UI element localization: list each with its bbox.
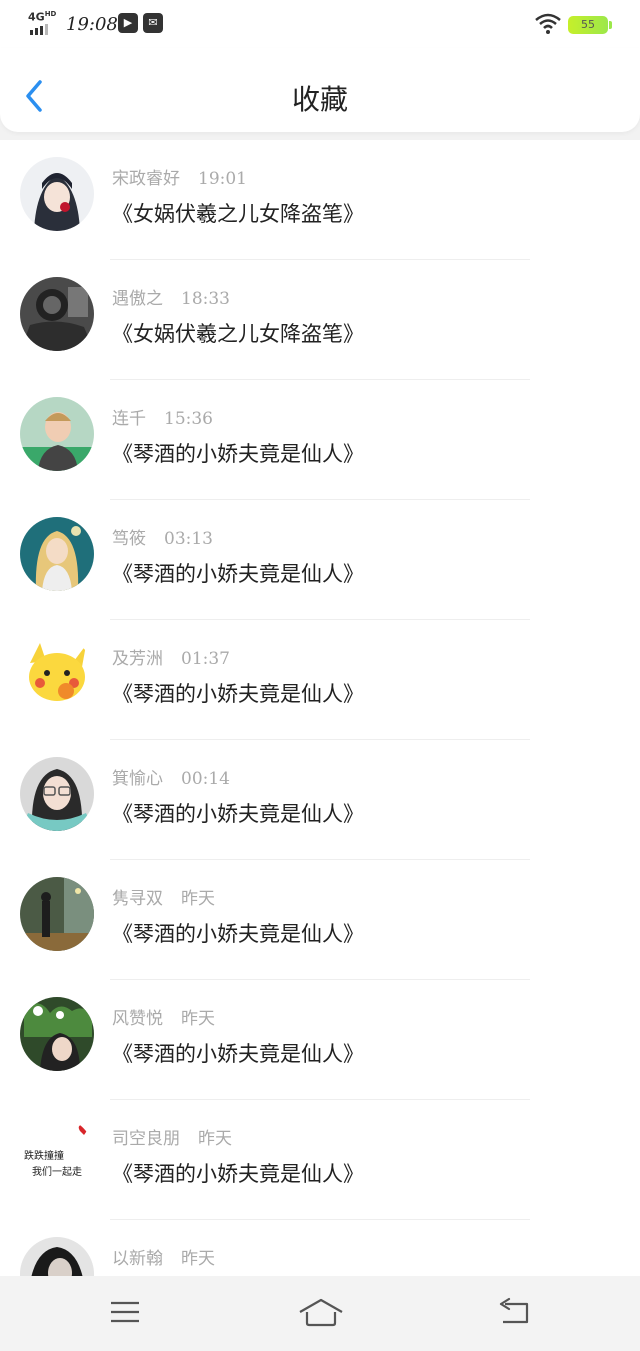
user-name: 宋政睿好 xyxy=(112,169,180,189)
book-title: 《琴酒的小娇夫竟是仙人》 xyxy=(112,562,364,586)
item-time: 18:33 xyxy=(181,289,230,309)
favorite-item[interactable]: 宋政睿好 19:01 《女娲伏羲之儿女降盗笔》 xyxy=(0,140,640,260)
book-title: 《琴酒的小娇夫竟是仙人》 xyxy=(112,922,364,946)
favorite-item[interactable]: 笃筱 03:13 《琴酒的小娇夫竟是仙人》 xyxy=(0,500,640,620)
favorite-item[interactable]: 连千 15:36 《琴酒的小娇夫竟是仙人》 xyxy=(0,380,640,500)
home-icon[interactable] xyxy=(298,1296,344,1328)
favorite-item[interactable]: 以新翰 昨天 xyxy=(0,1220,640,1276)
book-title: 《琴酒的小娇夫竟是仙人》 xyxy=(112,1162,364,1186)
avatar xyxy=(20,277,94,351)
user-name: 连千 xyxy=(112,409,146,429)
avatar xyxy=(20,1237,94,1276)
item-meta: 宋政睿好 19:01 xyxy=(112,164,247,189)
favorite-item[interactable]: 遇傲之 18:33 《女娲伏羲之儿女降盗笔》 xyxy=(0,260,640,380)
user-name: 遇傲之 xyxy=(112,289,163,309)
battery-icon: 55 xyxy=(568,16,612,34)
menu-icon[interactable] xyxy=(107,1296,143,1328)
item-meta: 及芳洲 01:37 xyxy=(112,644,230,669)
status-bar: 4GHD 19:08 ▶ ✉ 55 xyxy=(0,0,640,48)
favorite-item[interactable]: 风赞悦 昨天 《琴酒的小娇夫竟是仙人》 xyxy=(0,980,640,1100)
wifi-icon xyxy=(535,13,561,34)
favorite-item[interactable]: 跌跌撞撞 我们一起走 司空良朋 昨天 《琴酒的小娇夫竟是仙人》 xyxy=(0,1100,640,1220)
item-meta: 箕愉心 00:14 xyxy=(112,764,230,789)
item-time: 昨天 xyxy=(198,1129,232,1149)
status-time: 19:08 xyxy=(66,14,118,35)
avatar xyxy=(20,877,94,951)
item-meta: 连千 15:36 xyxy=(112,404,213,429)
item-time: 19:01 xyxy=(198,169,247,189)
user-name: 笃筱 xyxy=(112,529,146,549)
book-title: 《女娲伏羲之儿女降盗笔》 xyxy=(112,202,364,226)
item-meta: 遇傲之 18:33 xyxy=(112,284,230,309)
user-name: 隽寻双 xyxy=(112,889,163,909)
item-time: 昨天 xyxy=(181,889,215,909)
book-title: 《琴酒的小娇夫竟是仙人》 xyxy=(112,802,364,826)
item-meta: 笃筱 03:13 xyxy=(112,524,213,549)
favorites-list: 宋政睿好 19:01 《女娲伏羲之儿女降盗笔》 遇傲之 18:33 《女娲伏羲之儿女… xyxy=(0,140,640,1276)
user-name: 箕愉心 xyxy=(112,769,163,789)
book-title: 《女娲伏羲之儿女降盗笔》 xyxy=(112,322,364,346)
signal-icon xyxy=(30,24,48,35)
item-meta: 司空良朋 昨天 xyxy=(112,1124,232,1149)
item-time: 01:37 xyxy=(181,649,230,669)
avatar xyxy=(20,997,94,1071)
mail-app-icon: ✉ xyxy=(143,13,163,33)
item-time: 15:36 xyxy=(164,409,213,429)
item-meta: 隽寻双 昨天 xyxy=(112,884,215,909)
avatar xyxy=(20,637,94,711)
page-header: 收藏 xyxy=(0,48,640,132)
avatar-caption: 我们一起走 xyxy=(32,1167,82,1178)
favorite-item[interactable]: 箕愉心 00:14 《琴酒的小娇夫竟是仙人》 xyxy=(0,740,640,860)
favorite-item[interactable]: 隽寻双 昨天 《琴酒的小娇夫竟是仙人》 xyxy=(0,860,640,980)
network-indicator: 4GHD xyxy=(28,10,57,24)
system-nav-bar xyxy=(0,1276,640,1351)
avatar xyxy=(20,757,94,831)
favorite-item[interactable]: 及芳洲 01:37 《琴酒的小娇夫竟是仙人》 xyxy=(0,620,640,740)
user-name: 司空良朋 xyxy=(112,1129,180,1149)
user-name: 以新翰 xyxy=(112,1249,163,1269)
item-meta: 以新翰 昨天 xyxy=(112,1244,215,1269)
item-time: 昨天 xyxy=(181,1249,215,1269)
avatar xyxy=(20,397,94,471)
page-title: 收藏 xyxy=(291,83,348,116)
video-app-icon: ▶ xyxy=(118,13,138,33)
user-name: 风赞悦 xyxy=(112,1009,163,1029)
avatar xyxy=(20,157,94,231)
user-name: 及芳洲 xyxy=(112,649,163,669)
avatar xyxy=(20,517,94,591)
item-time: 03:13 xyxy=(164,529,213,549)
item-time: 昨天 xyxy=(181,1009,215,1029)
item-time: 00:14 xyxy=(181,769,230,789)
item-meta: 风赞悦 昨天 xyxy=(112,1004,215,1029)
return-icon[interactable] xyxy=(497,1296,533,1328)
book-title: 《琴酒的小娇夫竟是仙人》 xyxy=(112,442,364,466)
book-title: 《琴酒的小娇夫竟是仙人》 xyxy=(112,1042,364,1066)
book-title: 《琴酒的小娇夫竟是仙人》 xyxy=(112,682,364,706)
avatar-caption: 跌跌撞撞 xyxy=(24,1151,64,1162)
avatar: 跌跌撞撞 我们一起走 xyxy=(20,1117,94,1191)
